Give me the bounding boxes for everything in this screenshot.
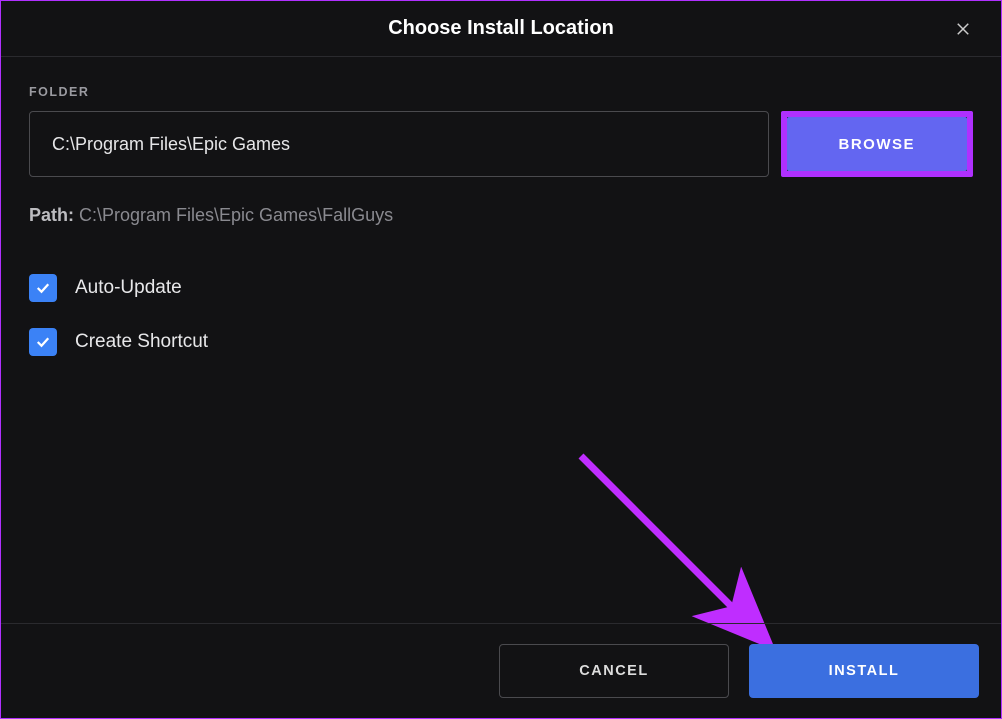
auto-update-label: Auto-Update: [75, 277, 182, 299]
create-shortcut-label: Create Shortcut: [75, 331, 208, 353]
dialog-title: Choose Install Location: [388, 17, 614, 40]
path-label: Path:: [29, 205, 74, 225]
dialog-body: FOLDER BROWSE Path: C:\Program Files\Epi…: [1, 57, 1001, 356]
folder-label: FOLDER: [29, 85, 973, 99]
path-display: Path: C:\Program Files\Epic Games\FallGu…: [29, 205, 973, 226]
create-shortcut-checkbox[interactable]: [29, 328, 57, 356]
checkmark-icon: [34, 333, 52, 351]
browse-highlight: BROWSE: [781, 111, 974, 177]
checkmark-icon: [34, 279, 52, 297]
auto-update-row: Auto-Update: [29, 274, 973, 302]
cancel-button[interactable]: CANCEL: [499, 644, 729, 698]
close-button[interactable]: [945, 11, 981, 47]
close-icon: [954, 20, 972, 38]
install-button[interactable]: INSTALL: [749, 644, 979, 698]
dialog-header: Choose Install Location: [1, 1, 1001, 57]
folder-row: BROWSE: [29, 111, 973, 177]
create-shortcut-row: Create Shortcut: [29, 328, 973, 356]
path-value: C:\Program Files\Epic Games\FallGuys: [79, 205, 393, 225]
dialog-footer: CANCEL INSTALL: [1, 623, 1001, 718]
auto-update-checkbox[interactable]: [29, 274, 57, 302]
folder-input[interactable]: [29, 111, 769, 177]
browse-button[interactable]: BROWSE: [787, 117, 968, 171]
